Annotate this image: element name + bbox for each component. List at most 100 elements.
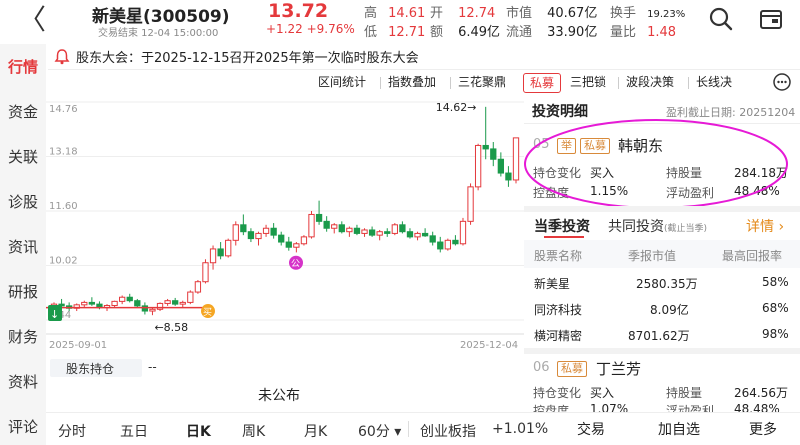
hold-label: 持股量 bbox=[666, 386, 703, 400]
investor-card[interactable]: 06 私募 丁兰芳 持仓变化 买入 持股量 264.56万 控盘度 1.07% … bbox=[524, 348, 800, 418]
nav-news[interactable]: 资讯 bbox=[0, 236, 46, 257]
period-5day[interactable]: 五日 bbox=[120, 421, 148, 441]
candle-body bbox=[88, 301, 96, 305]
cell-stock: 横河精密 bbox=[534, 329, 583, 343]
table-row[interactable]: 同济科技 8.09亿 68% bbox=[524, 296, 800, 322]
tool-three-flowers[interactable]: 三花聚鼎 bbox=[458, 73, 506, 93]
period-intraday[interactable]: 分时 bbox=[58, 421, 86, 441]
tool-private-fund[interactable]: 私募 bbox=[523, 73, 562, 93]
tool-range-stats[interactable]: 区间统计 bbox=[318, 73, 366, 93]
search-icon[interactable] bbox=[708, 6, 734, 36]
period-daily[interactable]: 日K bbox=[186, 421, 211, 441]
tool-index-overlay[interactable]: 指数叠加 bbox=[388, 73, 436, 93]
add-favorite-button[interactable]: 加自选 bbox=[644, 417, 714, 443]
details-link[interactable]: 详情 › bbox=[746, 216, 784, 236]
nav-quotes[interactable]: 行情 bbox=[0, 56, 46, 77]
bottom-nav: 分时 五日 日K 周K 月K 60分 ▾ 创业板指 +1.01% 交易 加自选 … bbox=[46, 412, 800, 445]
public-marker-label: 公 bbox=[291, 259, 300, 270]
more-dots-icon[interactable] bbox=[772, 72, 792, 96]
candle-body bbox=[111, 300, 118, 307]
nav-comments[interactable]: 评论 bbox=[0, 416, 46, 437]
candle-body bbox=[368, 229, 376, 236]
investor-card[interactable]: 05 举 私募 韩朝东 持仓变化 买入 持股量 284.18万 控盘度 1.15… bbox=[524, 119, 800, 209]
candle-body bbox=[141, 305, 149, 312]
candle-body bbox=[164, 300, 171, 304]
nav-related[interactable]: 关联 bbox=[0, 146, 46, 167]
period-weekly[interactable]: 周K bbox=[242, 421, 265, 441]
candle-body bbox=[225, 239, 232, 257]
candle-body bbox=[126, 296, 133, 302]
candle-body bbox=[134, 300, 141, 307]
table-row[interactable]: 横河精密 8701.62万 98% bbox=[524, 322, 800, 348]
quote-high: 高 14.61 bbox=[364, 6, 426, 21]
period-60min[interactable]: 60分 ▾ bbox=[358, 421, 401, 441]
quote-turnover: 换手 19.23% bbox=[610, 6, 686, 21]
y-tick-label: 11.60 bbox=[49, 201, 78, 212]
col-value: 季报市值 bbox=[628, 249, 677, 263]
table-row[interactable]: 新美星 2580.35万 58% bbox=[524, 270, 800, 296]
cell-value: 8.09亿 bbox=[650, 303, 689, 317]
candle-body bbox=[338, 224, 345, 233]
candle-body bbox=[361, 229, 368, 234]
hold-value: 264.56万 bbox=[734, 386, 788, 400]
back-icon[interactable]: 〈 bbox=[18, 6, 46, 34]
candle-body bbox=[482, 144, 489, 150]
candle-body bbox=[384, 231, 391, 234]
nav-finance[interactable]: 财务 bbox=[0, 326, 46, 347]
col-return: 最高回报率 bbox=[722, 249, 783, 263]
nav-diagnose[interactable]: 诊股 bbox=[0, 191, 46, 212]
candle-body bbox=[81, 301, 88, 306]
bell-icon bbox=[54, 48, 70, 69]
quote-volume-ratio: 量比 1.48 bbox=[610, 25, 677, 40]
tool-divider bbox=[688, 77, 689, 89]
y-tick-label: 10.02 bbox=[49, 256, 78, 267]
candle-body bbox=[217, 248, 224, 257]
y-tick-label: 13.18 bbox=[49, 147, 78, 158]
candle-body bbox=[414, 232, 421, 238]
more-button[interactable]: 更多 bbox=[728, 417, 798, 443]
nav-funds[interactable]: 资金 bbox=[0, 101, 46, 122]
quote-low: 低 12.71 bbox=[364, 25, 426, 40]
investor-name: 丁兰芳 bbox=[596, 360, 642, 378]
period-monthly[interactable]: 月K bbox=[304, 421, 327, 441]
candle-body bbox=[399, 224, 406, 233]
tool-band-decision[interactable]: 波段决策 bbox=[626, 73, 674, 93]
investor-tag-private: 私募 bbox=[557, 361, 587, 377]
candle-body bbox=[179, 301, 186, 305]
nav-research[interactable]: 研报 bbox=[0, 281, 46, 302]
table-header: 股票名称 季报市值 最高回报率 bbox=[524, 240, 800, 268]
change-label: 持仓变化 bbox=[533, 386, 582, 400]
tool-long-decision[interactable]: 长线决 bbox=[696, 73, 754, 93]
candle-body bbox=[346, 227, 353, 233]
cell-stock: 新美星 bbox=[534, 277, 571, 291]
high-annotation: 14.62→ bbox=[436, 101, 477, 114]
investment-panel: 投资明细 盈利截止日期: 20251204 05 举 私募 韩朝东 持仓变化 买… bbox=[524, 94, 800, 418]
candle-body bbox=[270, 227, 277, 236]
index-change: +1.01% bbox=[492, 421, 549, 437]
candle-body bbox=[202, 262, 209, 283]
candle-body bbox=[300, 236, 308, 245]
quote-amount: 额 6.49亿 bbox=[430, 25, 501, 40]
holders-tab[interactable]: 股东持仓 bbox=[50, 359, 142, 377]
tab-underline bbox=[544, 236, 584, 238]
header-bar: 〈 新美星(300509) 交易结束 12-04 15:00:00 13.72 … bbox=[0, 0, 800, 42]
index-name[interactable]: 创业板指 bbox=[420, 421, 476, 441]
candle-body bbox=[172, 300, 179, 305]
tool-three-locks[interactable]: 三把锁 bbox=[570, 73, 606, 93]
buy-marker-label: 买 bbox=[203, 307, 212, 318]
candle-body bbox=[406, 231, 414, 238]
trade-button[interactable]: 交易 bbox=[556, 417, 626, 443]
trade-status: 交易结束 12-04 15:00:00 bbox=[98, 28, 219, 39]
candle-body bbox=[293, 243, 300, 248]
nav-profile[interactable]: 资料 bbox=[0, 371, 46, 392]
candle-body bbox=[497, 158, 505, 174]
tab-common[interactable]: 共同投资(截止当季) bbox=[608, 216, 707, 236]
portfolio-icon[interactable] bbox=[758, 6, 784, 36]
kline-chart[interactable]: 14.7613.1811.6010.028.442025-09-012025-1… bbox=[46, 94, 524, 356]
tab-current-quarter[interactable]: 当季投资 bbox=[534, 216, 590, 236]
cell-return: 68% bbox=[762, 301, 789, 315]
cell-stock: 同济科技 bbox=[534, 303, 583, 317]
y-tick-label: 14.76 bbox=[49, 104, 78, 115]
notice-bar[interactable]: 股东大会：于2025-12-15召开2025年第一次临时股东大会 bbox=[48, 44, 800, 70]
cell-return: 98% bbox=[762, 327, 789, 341]
